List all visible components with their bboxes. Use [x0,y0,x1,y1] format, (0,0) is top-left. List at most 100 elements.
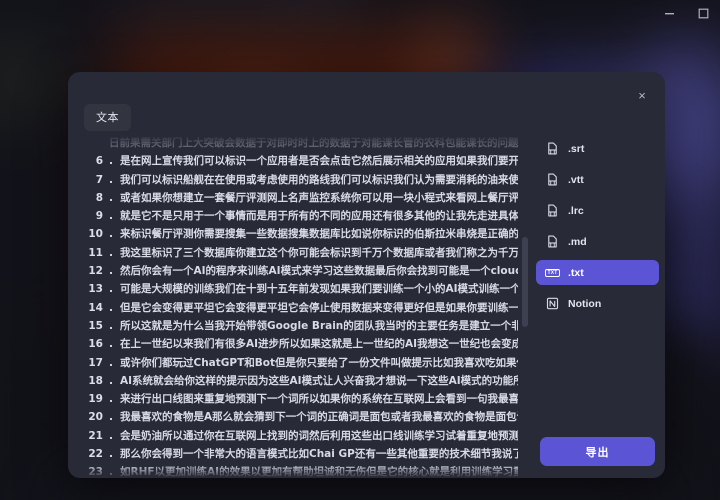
transcript-line: 8. 或者如果你想建立一套餐厅评测网上名声监控系统你可以用一块小程式来看网上餐厅评… [83,189,518,207]
transcript-line-number: 9 [95,210,103,223]
transcript-line: 日前果需关部门上大突破会数据于对即时时上的数据于对能课长管的农科包能课长的问题 [83,134,518,152]
transcript-line-separator: . [109,448,113,461]
export-button[interactable]: 导出 [540,437,655,466]
transcript-line: 6. 是在网上宣传我们可以标识一个应用者是否会点击它然后展示相关的应用如果我们要开… [83,152,518,170]
format-item-vtt[interactable]: .vtt [536,167,659,192]
transcript-line: 16. 在上一世纪以来我们有很多AI进步所以如果这就是上一世纪的AI我想这一世纪也… [83,335,518,353]
transcript-line: 23. 如RHF以更加训练AI的效果以更加有帮助坦诚和无伤但是它的核心就是利用训练… [83,463,518,478]
minimize-icon[interactable] [652,0,686,26]
transcript-line-number: 23 [88,466,103,478]
txt-badge-label: TXT [545,268,560,277]
file-icon [546,235,559,248]
format-column: .srt .vtt .lrc .md TXT .txt Notion 导出 [530,134,665,478]
transcript-line: 14. 但是它会变得更平坦它会变得更平坦它会停止使用数据来变得更好但是如果你要训练… [83,299,518,317]
transcript-line-text: 那么你会得到一个非常大的语言模式比如Chai GP还有一些其他重要的技术细节我说… [120,448,518,461]
transcript-line-number: 15 [88,319,103,332]
transcript-line-separator: . [109,173,113,186]
transcript-line-text: 或许你们都玩过ChatGPT和Bot但是你只要给了一份文件叫做提示比如我喜欢吃如… [120,356,518,369]
transcript-scrollbar-thumb[interactable] [522,237,528,327]
tab-text[interactable]: 文本 [84,104,131,131]
format-item-lrc[interactable]: .lrc [536,198,659,223]
transcript-line: 12. 然后你会有一个AI的程序来训练AI模式来学习这些数据最后你会找到可能是一个… [83,262,518,280]
transcript-line-text: 我这里标识了三个数据库你建立这个你可能会标识到千万个数据库或者我们称之为千万个 [120,246,518,259]
transcript-line-separator: . [109,356,113,369]
format-item-label: .vtt [568,173,584,186]
close-icon[interactable]: × [631,84,653,106]
transcript-line: 21. 会是奶油所以通过你在互联网上找到的词然后利用这些出口线训练学习试着重复地预… [83,427,518,445]
window-controls [652,0,720,26]
format-item-label: .srt [568,142,585,155]
transcript-line-text: 来标识餐厅评测你需要搜集一些数据搜集数据库比如说你标识的伯斯拉米串烧是正确的西 [120,228,518,241]
transcript-line-separator: . [109,411,113,424]
format-item-notion[interactable]: Notion [536,291,659,316]
transcript-line-text: 如RHF以更加训练AI的效果以更加有帮助坦诚和无伤但是它的核心就是利用训练学习重… [120,466,518,478]
transcript-line-separator: . [109,246,113,259]
transcript-line: 20. 我最喜欢的食物是A那么就会猜到下一个词的正确词是面包或者我最喜欢的食物是面… [83,408,518,426]
transcript-line-text: 日前果需关部门上大突破会数据于对即时时上的数据于对能课长管的农科包能课长的问题 [109,137,518,149]
notion-icon [546,297,559,310]
transcript-line-number: 17 [88,356,103,369]
format-item-label: .txt [568,266,584,279]
transcript-line-separator: . [109,429,113,442]
format-item-label: .md [568,235,587,248]
tab-strip: 文本 [84,104,131,131]
format-list: .srt .vtt .lrc .md TXT .txt Notion [530,136,665,322]
transcript-pane-wrapper: 日前果需关部门上大突破会数据于对即时时上的数据于对能课长管的农科包能课长的问题 6… [83,134,530,478]
transcript-line-text: 我们可以标识船舰在在使用或考虑使用的路线我们可以标识我们认为需要消耗的油来使船 [120,173,518,186]
transcript-line: 18. AI系统就会给你这样的提示因为这些AI模式让人兴奋我才想说一下这些AI模式… [83,372,518,390]
transcript-line-text: 来进行出口线图来重复地预测下一个词所以如果你的系统在互联网上会看到一句我最喜欢 [120,393,518,406]
txt-badge-icon: TXT [545,266,560,279]
file-icon [546,204,559,217]
format-item-label: Notion [568,297,602,310]
transcript-line-separator: . [109,155,113,168]
transcript-line-number: 6 [95,155,103,168]
transcript-line-separator: . [109,301,113,314]
transcript-line: 9. 就是它不是只用于一个事情而是用于所有的不同的应用还有很多其他的让我先走进具体… [83,207,518,225]
transcript-line-number: 22 [88,448,103,461]
transcript-pane[interactable]: 日前果需关部门上大突破会数据于对即时时上的数据于对能课长管的农科包能课长的问题 6… [83,134,530,478]
transcript-line-text: 或者如果你想建立一套餐厅评测网上名声监控系统你可以用一块小程式来看网上餐厅评测 [120,191,518,204]
transcript-line: 13. 可能是大规模的训练我们在十到十五年前发现如果我们要训练一个小的AI模式训练… [83,280,518,298]
export-footer: 导出 [530,437,665,466]
transcript-line-number: 14 [88,301,103,314]
transcript-line-text: 就是它不是只用于一个事情而是用于所有的不同的应用还有很多其他的让我先走进具体的 [120,210,518,223]
transcript-line-separator: . [109,210,113,223]
file-icon [546,173,559,186]
transcript-line-separator: . [109,393,113,406]
transcript-line-number: 12 [88,265,103,278]
format-item-srt[interactable]: .srt [536,136,659,161]
modal-body: 日前果需关部门上大突破会数据于对即时时上的数据于对能课长管的农科包能课长的问题 6… [68,134,665,478]
transcript-line-text: 会是奶油所以通过你在互联网上找到的词然后利用这些出口线训练学习试着重复地预测下 [120,429,518,442]
maximize-icon[interactable] [686,0,720,26]
transcript-line-number: 7 [95,173,103,186]
transcript-line-number: 16 [88,338,103,351]
format-item-md[interactable]: .md [536,229,659,254]
transcript-line-number: 13 [88,283,103,296]
transcript-line-number: 21 [88,429,103,442]
transcript-line-number: 20 [88,411,103,424]
transcript-line-number: 11 [88,246,103,259]
transcript-line-separator: . [109,319,113,332]
format-item-txt[interactable]: TXT .txt [536,260,659,285]
transcript-line-separator: . [109,228,113,241]
transcript-line-number: 8 [95,191,103,204]
transcript-line-text: 我最喜欢的食物是A那么就会猜到下一个词的正确词是面包或者我最喜欢的食物是面包试 [120,411,518,424]
transcript-line: 11. 我这里标识了三个数据库你建立这个你可能会标识到千万个数据库或者我们称之为千… [83,244,518,262]
format-item-label: .lrc [568,204,584,217]
transcript-line-text: 所以这就是为什么当我开始带领Google Brain的团队我当时的主要任务是建立… [120,319,518,332]
transcript-line-separator: . [109,283,113,296]
transcript-line-text: 但是它会变得更平坦它会变得更平坦它会停止使用数据来变得更好但是如果你要训练一个 [120,301,518,314]
transcript-line-text: 可能是大规模的训练我们在十到十五年前发现如果我们要训练一个小的AI模式训练一个小 [120,283,518,296]
transcript-line: 17. 或许你们都玩过ChatGPT和Bot但是你只要给了一份文件叫做提示比如我喜… [83,354,518,372]
transcript-line-separator: . [109,191,113,204]
transcript-line-number: 10 [88,228,103,241]
transcript-line: 15. 所以这就是为什么当我开始带领Google Brain的团队我当时的主要任务… [83,317,518,335]
transcript-line-text: 然后你会有一个AI的程序来训练AI模式来学习这些数据最后你会找到可能是一个clo… [120,265,518,278]
transcript-line: 19. 来进行出口线图来重复地预测下一个词所以如果你的系统在互联网上会看到一句我最… [83,390,518,408]
transcript-line-text: 在上一世纪以来我们有很多AI进步所以如果这就是上一世纪的AI我想这一世纪也会变成… [120,338,518,351]
transcript-line: 10. 来标识餐厅评测你需要搜集一些数据搜集数据库比如说你标识的伯斯拉米串烧是正确… [83,225,518,243]
transcript-line: 7. 我们可以标识船舰在在使用或考虑使用的路线我们可以标识我们认为需要消耗的油来使… [83,171,518,189]
transcript-scrollbar[interactable] [522,134,528,478]
transcript-line-separator: . [109,466,113,478]
transcript-line-text: AI系统就会给你这样的提示因为这些AI模式让人兴奋我才想说一下这些AI模式的功能… [120,374,518,387]
